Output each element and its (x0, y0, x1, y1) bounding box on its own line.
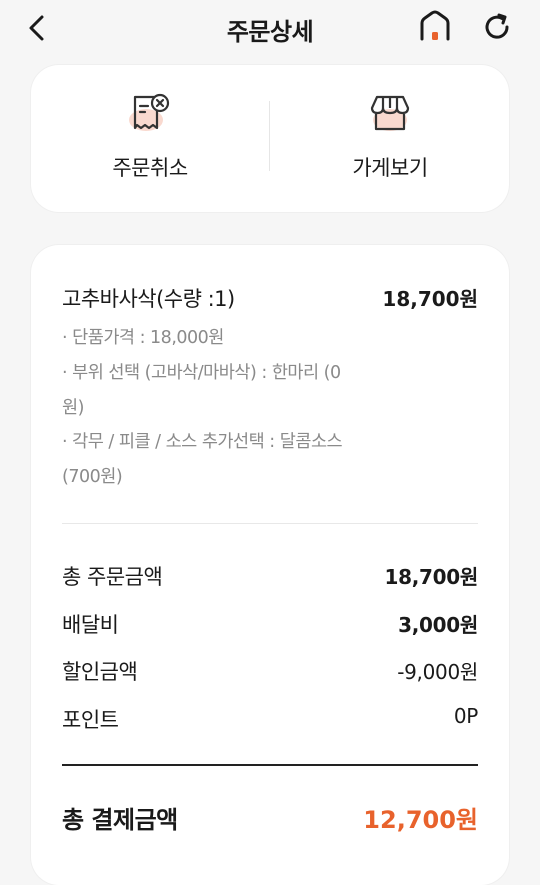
option-line: · 부위 선택 (고바삭/마바삭) : 한마리 (0원) (62, 363, 341, 418)
cancel-order-label: 주문취소 (112, 156, 188, 180)
store-icon (367, 91, 413, 137)
discount-label: 할인금액 (62, 660, 138, 684)
option-line: · 각무 / 피클 / 소스 추가선택 : 달콤소스 (700원) (62, 432, 343, 487)
receipt-cancel-icon (127, 91, 173, 137)
vertical-divider (269, 101, 270, 171)
order-total-value: 18,700원 (384, 565, 479, 589)
order-actions-card: 주문취소 가게보기 (31, 65, 509, 212)
payment-total-value: 12,700원 (363, 806, 478, 834)
delivery-fee-label: 배달비 (62, 613, 119, 637)
cancel-order-button[interactable]: 주문취소 (31, 65, 269, 212)
menu-item-price: 18,700원 (382, 287, 478, 311)
menu-item-name: 고추바사삭(수량 :1) (62, 287, 235, 311)
option-line: · 단품가격 : 18,000원 (62, 328, 224, 348)
total-divider (62, 764, 478, 766)
order-detail-card: 고추바사삭(수량 :1) 18,700원 · 단품가격 : 18,000원 · … (31, 245, 509, 885)
page-title: 주문상세 (226, 18, 314, 46)
top-bar: 주문상세 (0, 0, 540, 58)
view-store-label: 가게보기 (352, 156, 428, 180)
order-total-label: 총 주문금액 (62, 565, 163, 589)
discount-value: -9,000원 (397, 660, 478, 684)
view-store-button[interactable]: 가게보기 (271, 65, 509, 212)
delivery-fee-value: 3,000원 (398, 613, 478, 637)
point-value: 0P (453, 704, 478, 728)
home-button[interactable] (418, 10, 452, 44)
section-divider (62, 523, 478, 524)
refresh-button[interactable] (480, 10, 514, 44)
payment-total-label: 총 결제금액 (62, 806, 178, 834)
point-label: 포인트 (62, 708, 119, 732)
home-icon (420, 10, 450, 41)
refresh-icon (485, 13, 509, 39)
